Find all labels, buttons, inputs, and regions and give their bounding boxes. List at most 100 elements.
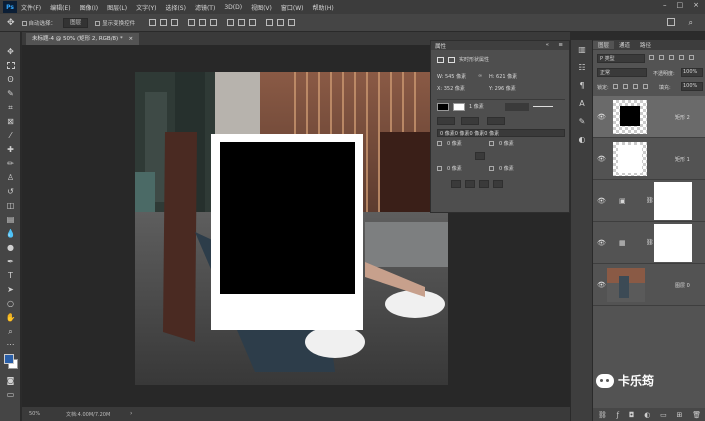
layer-kind-filter[interactable]: P 类型	[597, 54, 645, 63]
delete-layer-icon[interactable]: 🗑	[692, 411, 701, 419]
align-center-icon[interactable]	[160, 19, 168, 26]
mask-link-icon[interactable]: ⛓	[646, 239, 654, 246]
height-value[interactable]: 621 像素	[496, 74, 517, 80]
healing-brush-icon[interactable]: ✚	[5, 144, 16, 155]
shape-filter-icon[interactable]	[679, 55, 684, 60]
layer-name[interactable]: 矩形 2	[675, 114, 690, 121]
tab-channels[interactable]: 通道	[614, 41, 635, 49]
stroke-type-dropdown[interactable]	[505, 103, 529, 111]
layer-row-rectangle-1[interactable]: 👁 矩形 1	[593, 138, 705, 180]
menu-view[interactable]: 视图(V)	[251, 3, 272, 12]
zoom-level[interactable]: 50%	[29, 411, 40, 417]
layer-mask-thumbnail[interactable]	[654, 182, 692, 220]
align-bottom-icon[interactable]	[210, 19, 218, 26]
hand-icon[interactable]: ✋	[5, 312, 16, 323]
tab-layers[interactable]: 图层	[593, 41, 615, 49]
document-tab[interactable]: 未标题-4 @ 50% (矩形 2, RGB/8) * ×	[26, 33, 140, 45]
type-icon[interactable]: T	[5, 270, 16, 281]
layer-row-adjustment-2[interactable]: 👁 ▦ ⛓	[593, 222, 705, 264]
menu-3d[interactable]: 3D(D)	[224, 4, 242, 11]
photo-placeholder-rectangle-2[interactable]	[220, 142, 355, 294]
character-panel-icon[interactable]: A	[577, 98, 587, 108]
layer-row-rectangle-2[interactable]: 👁 矩形 2	[593, 96, 705, 138]
panel-menu-icon[interactable]: ≡	[558, 42, 563, 48]
color-panel-icon[interactable]: ◐	[577, 134, 587, 144]
menu-help[interactable]: 帮助(H)	[313, 3, 334, 12]
minimize-button[interactable]: –	[663, 1, 667, 9]
menu-filter[interactable]: 滤镜(T)	[195, 3, 215, 12]
history-panel-icon[interactable]: ▥	[577, 44, 587, 54]
width-value[interactable]: 545 像素	[445, 74, 466, 80]
distribute-left-icon[interactable]	[266, 19, 274, 26]
brush-icon[interactable]: ✏	[5, 158, 16, 169]
corner-tl-value[interactable]: 0 像素	[447, 140, 462, 147]
distribute-middle-icon[interactable]	[238, 19, 246, 26]
layer-row-adjustment-1[interactable]: 👁 ▣ ⛓	[593, 180, 705, 222]
distribute-top-icon[interactable]	[227, 19, 235, 26]
distribute-center-icon[interactable]	[277, 19, 285, 26]
align-left-icon[interactable]	[149, 19, 157, 26]
smart-filter-icon[interactable]	[689, 55, 694, 60]
stroke-width-field[interactable]: 1 像素	[469, 103, 484, 110]
link-icon[interactable]: ∞	[478, 73, 482, 79]
close-tab-icon[interactable]: ×	[128, 36, 133, 42]
clone-stamp-icon[interactable]: ♙	[5, 172, 16, 183]
menu-select[interactable]: 选择(S)	[165, 3, 186, 12]
link-layers-icon[interactable]: ⛓	[598, 411, 607, 419]
menu-type[interactable]: 文字(Y)	[136, 3, 156, 12]
menu-image[interactable]: 图像(I)	[80, 3, 98, 12]
mask-icon[interactable]	[448, 56, 455, 63]
width-field[interactable]: W: 545 像素	[437, 73, 466, 80]
fill-swatch[interactable]	[437, 103, 449, 111]
adjustments-panel-icon[interactable]: ¶	[577, 80, 587, 90]
lock-position-icon[interactable]	[633, 84, 638, 89]
lock-all-icon[interactable]	[643, 84, 648, 89]
align-middle-icon[interactable]	[199, 19, 207, 26]
stroke-caps-dropdown[interactable]	[461, 117, 479, 125]
properties-panel-icon[interactable]: ☷	[577, 62, 587, 72]
x-value[interactable]: 352 像素	[444, 86, 465, 92]
corner-tr-value[interactable]: 0 像素	[499, 140, 514, 147]
stroke-corners-dropdown[interactable]	[487, 117, 505, 125]
visibility-eye-icon[interactable]: 👁	[597, 239, 606, 247]
opacity-field[interactable]: 100%	[681, 68, 703, 77]
close-button[interactable]: ×	[693, 1, 699, 9]
menu-layer[interactable]: 图层(L)	[107, 3, 127, 12]
layer-name[interactable]: 矩形 1	[675, 156, 690, 163]
path-select-icon[interactable]: ➤	[5, 284, 16, 295]
auto-select-checkbox[interactable]	[21, 20, 27, 26]
lasso-icon[interactable]: ʘ	[5, 74, 16, 85]
distribute-right-icon[interactable]	[288, 19, 296, 26]
layer-mask-thumbnail[interactable]	[654, 224, 692, 262]
corner-top-left[interactable]: 0 像素	[437, 140, 462, 147]
layer-name[interactable]: 图层 0	[675, 282, 690, 289]
stroke-swatch[interactable]	[453, 103, 465, 111]
lock-pixels-icon[interactable]	[623, 84, 628, 89]
y-value[interactable]: 296 像素	[495, 86, 516, 92]
screen-mode-icon[interactable]: ▭	[5, 389, 16, 400]
history-brush-icon[interactable]: ↺	[5, 186, 16, 197]
exclude-shapes-icon[interactable]	[493, 180, 503, 188]
workspace-icon[interactable]	[667, 18, 675, 26]
mask-link-icon[interactable]: ⛓	[646, 197, 654, 204]
search-icon[interactable]: ⌕	[689, 18, 693, 28]
eraser-icon[interactable]: ◫	[5, 200, 16, 211]
collapse-icon[interactable]: «	[546, 42, 549, 48]
new-adjustment-icon[interactable]: ◐	[644, 411, 650, 419]
tab-paths[interactable]: 路径	[635, 41, 656, 49]
adjustment-filter-icon[interactable]	[659, 55, 664, 60]
menu-file[interactable]: 文件(F)	[21, 3, 41, 12]
intersect-shapes-icon[interactable]	[479, 180, 489, 188]
stroke-align-dropdown[interactable]	[437, 117, 455, 125]
maximize-button[interactable]: □	[677, 1, 684, 9]
layer-style-icon[interactable]: ƒ	[617, 411, 619, 419]
visibility-eye-icon[interactable]: 👁	[597, 281, 606, 289]
corner-bl-value[interactable]: 0 像素	[447, 165, 462, 172]
ellipse-icon[interactable]: ○	[5, 298, 16, 309]
corner-bottom-right[interactable]: 0 像素	[489, 165, 514, 172]
blur-icon[interactable]: 💧	[5, 228, 16, 239]
lock-transparent-icon[interactable]	[613, 84, 618, 89]
zoom-icon[interactable]: ⌕	[5, 326, 16, 337]
corner-top-right[interactable]: 0 像素	[489, 140, 514, 147]
align-top-icon[interactable]	[188, 19, 196, 26]
